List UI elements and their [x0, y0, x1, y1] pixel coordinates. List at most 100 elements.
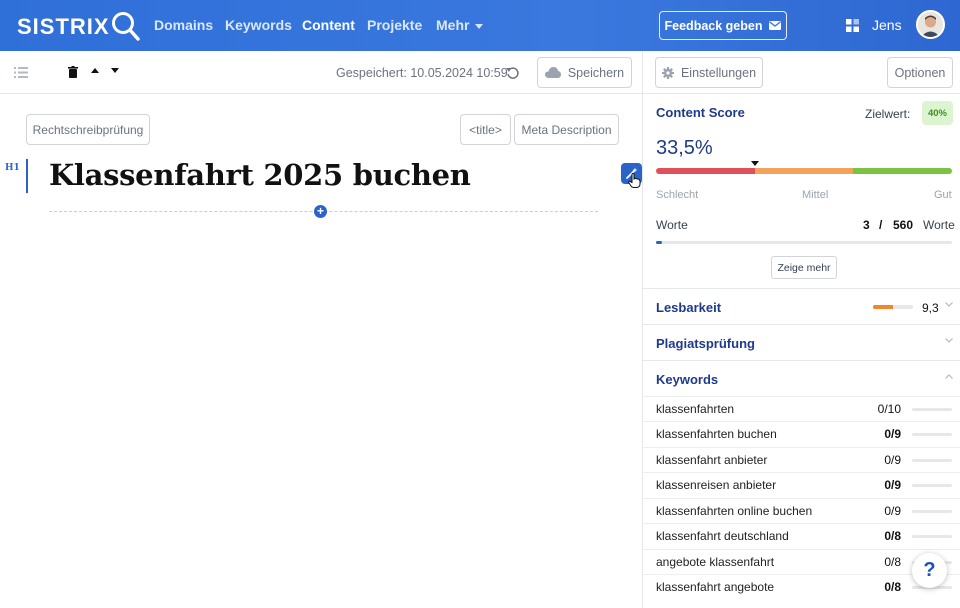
trash-icon[interactable] [68, 66, 78, 78]
words-progress-bar [656, 241, 952, 244]
keyword-name: klassenfahrten buchen [656, 427, 777, 441]
heading-indicator-bar [26, 159, 28, 193]
settings-button[interactable]: Einstellungen [655, 57, 763, 88]
target-value-badge: 40% [922, 101, 953, 125]
scale-label-mid: Mittel [802, 189, 829, 201]
logo-text: SISTRIX [17, 14, 110, 39]
feedback-button[interactable]: Feedback geben [659, 11, 787, 40]
words-separator: / [879, 218, 883, 232]
keyword-name: klassenfahrt anbieter [656, 453, 768, 467]
sidebar-toolbar: Einstellungen Optionen [643, 51, 960, 94]
section-keywords[interactable]: Keywords [643, 360, 960, 396]
move-up-icon[interactable] [91, 68, 99, 73]
top-navigation: SISTRIX Domains Keywords Content Projekt… [0, 0, 960, 51]
envelope-icon [769, 21, 782, 30]
content-score-title: Content Score [656, 105, 745, 120]
readability-value: 9,3 [922, 301, 939, 315]
keyword-count: 0/9 [884, 453, 901, 467]
readability-fill [873, 305, 893, 309]
saved-timestamp: Gespeichert: 10.05.2024 10:59 [336, 66, 508, 80]
section-plagiarism[interactable]: Plagiatsprüfung [643, 324, 960, 360]
keyword-row[interactable]: klassenfahrt angebote 0/8 [643, 574, 960, 599]
nav-mehr[interactable]: Mehr [436, 17, 484, 33]
nav-content[interactable]: Content [302, 17, 355, 33]
title-tag-button[interactable]: <title> [460, 114, 511, 145]
keyword-name: klassenfahrt angebote [656, 580, 775, 594]
keyword-name: klassenfahrten [656, 402, 735, 416]
apps-grid-icon[interactable] [846, 19, 859, 32]
score-segment-bad [656, 168, 755, 174]
undo-icon[interactable] [506, 66, 519, 79]
score-marker-icon [751, 161, 760, 166]
help-button[interactable]: ? [912, 553, 947, 588]
move-down-icon[interactable] [111, 68, 119, 73]
score-segment-good [853, 168, 952, 174]
words-progress-fill [656, 241, 662, 244]
section-readability[interactable]: Lesbarkeit 9,3 [643, 288, 960, 324]
gear-icon [661, 66, 674, 79]
sistrix-logo[interactable]: SISTRIX [17, 11, 141, 43]
nav-keywords[interactable]: Keywords [225, 17, 292, 33]
score-segment-mid [754, 168, 854, 174]
keyword-count: 0/8 [884, 529, 901, 543]
words-unit: Worte [923, 218, 955, 232]
keyword-bar [912, 408, 952, 411]
heading-level-tag[interactable]: H1 [5, 163, 20, 173]
keyword-count: 0/9 [884, 504, 901, 518]
scale-label-good: Gut [934, 189, 952, 201]
nav-mehr-label: Mehr [436, 17, 470, 33]
words-current: 3 [863, 218, 870, 232]
content-score-value: 33,5% [656, 137, 713, 159]
show-more-button[interactable]: Zeige mehr [771, 256, 837, 279]
readability-title: Lesbarkeit [656, 300, 722, 315]
chevron-down-icon [945, 302, 953, 307]
keyword-row[interactable]: klassenreisen anbieter 0/9 [643, 472, 960, 497]
words-label: Worte [656, 218, 688, 232]
keyword-count: 0/8 [884, 580, 901, 594]
save-label: Speichern [567, 65, 625, 80]
add-block-icon[interactable]: + [314, 205, 327, 218]
keyword-count: 0/10 [877, 402, 901, 416]
plagiarism-title: Plagiatsprüfung [656, 336, 755, 351]
keyword-bar [912, 510, 952, 513]
keywords-title: Keywords [656, 372, 719, 387]
nav-domains[interactable]: Domains [154, 17, 213, 33]
scale-label-bad: Schlecht [656, 189, 699, 201]
keyword-row[interactable]: klassenfahrt deutschland 0/8 [643, 523, 960, 548]
avatar[interactable] [916, 10, 945, 39]
keyword-row[interactable]: klassenfahrt anbieter 0/9 [643, 447, 960, 472]
keyword-row[interactable]: klassenfahrten buchen 0/9 [643, 421, 960, 446]
readability-bar [873, 305, 913, 309]
keyword-bar [912, 535, 952, 538]
keyword-count: 0/9 [884, 427, 901, 441]
keyword-row[interactable]: klassenfahrten 0/10 [643, 396, 960, 421]
chevron-up-icon [945, 374, 953, 379]
keyword-name: klassenreisen anbieter [656, 478, 777, 492]
keyword-name: klassenfahrt deutschland [656, 529, 789, 543]
hand-cursor-icon [628, 173, 641, 188]
editor-toolbar: Gespeichert: 10.05.2024 10:59 Speichern [0, 51, 642, 94]
settings-label: Einstellungen [680, 65, 757, 80]
save-button[interactable]: Speichern [537, 57, 632, 88]
keyword-name: angebote klassenfahrt [656, 555, 775, 569]
nav-projekte[interactable]: Projekte [367, 17, 422, 33]
words-target: 560 [893, 218, 914, 232]
target-label: Zielwert: [865, 107, 911, 121]
options-button[interactable]: Optionen [887, 57, 953, 88]
score-gradient-bar [656, 168, 952, 174]
chevron-down-icon [475, 23, 484, 29]
keyword-bar [912, 484, 952, 487]
meta-description-button[interactable]: Meta Description [514, 114, 619, 145]
page-headline[interactable]: Klassenfahrt 2025 buchen [49, 158, 471, 192]
user-name[interactable]: Jens [872, 17, 902, 33]
magnifier-logo-icon [111, 12, 140, 41]
spellcheck-button[interactable]: Rechtschreibprüfung [26, 114, 150, 145]
keyword-bar [912, 459, 952, 462]
content-editor[interactable]: Rechtschreibprüfung <title> Meta Descrip… [0, 95, 642, 608]
keyword-row[interactable]: klassenfahrten online buchen 0/9 [643, 498, 960, 523]
list-icon[interactable] [14, 67, 28, 78]
analysis-sidebar: Einstellungen Optionen Content Score Zie… [642, 51, 960, 608]
keyword-count: 0/8 [884, 555, 901, 569]
feedback-label: Feedback geben [664, 18, 763, 33]
keyword-bar [912, 433, 952, 436]
